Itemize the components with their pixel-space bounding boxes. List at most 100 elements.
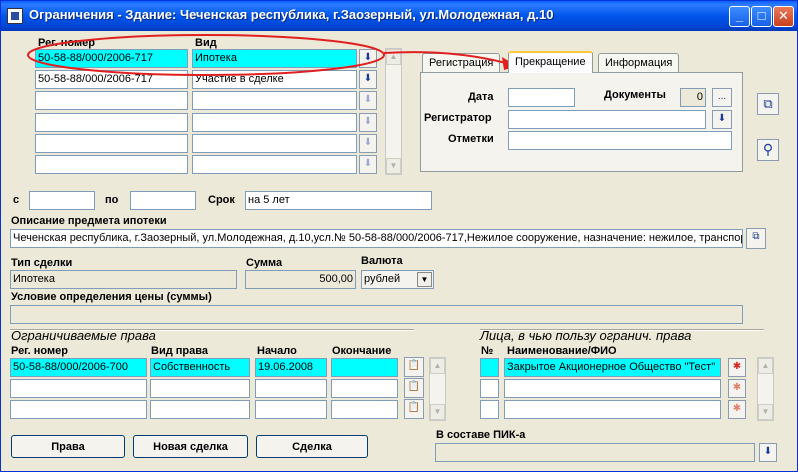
app-icon	[7, 8, 23, 24]
persons-scrollbar[interactable]: ▲ ▼	[757, 357, 774, 421]
top-grid-vid-2[interactable]	[192, 91, 357, 110]
notes-input[interactable]	[508, 131, 732, 150]
rights-clipboard-icon-1[interactable]: 📋	[404, 378, 424, 398]
persons-name-0[interactable]: Закрытое Акционерное Общество "Тест"	[504, 358, 721, 377]
currency-label: Валюта	[361, 255, 403, 267]
tab-information[interactable]: Информация	[598, 53, 680, 73]
date-label: Дата	[468, 91, 494, 103]
top-grid-reg-3[interactable]	[35, 113, 188, 132]
main-window: Ограничения - Здание: Чеченская республи…	[0, 0, 798, 472]
rights-vid-1[interactable]	[150, 379, 250, 398]
top-grid-vid-1[interactable]: Участие в сделке	[192, 70, 357, 89]
currency-select[interactable]: рублей ▼	[361, 270, 434, 289]
to-label: по	[105, 194, 119, 206]
top-grid-vid-5[interactable]	[192, 155, 357, 174]
top-grid-reg-2[interactable]	[35, 91, 188, 110]
rights-scrollbar[interactable]: ▲ ▼	[429, 357, 446, 421]
registrar-input[interactable]	[508, 110, 706, 129]
subject-input[interactable]: Чеченская республика, г.Заозерный, ул.Мо…	[10, 229, 743, 248]
title-bar[interactable]: Ограничения - Здание: Чеченская республи…	[1, 1, 797, 31]
top-grid-vid-3[interactable]	[192, 113, 357, 132]
persons-num-2[interactable]	[480, 400, 499, 419]
rights-end-1[interactable]	[331, 379, 398, 398]
persons-pin-icon-0[interactable]: ✱	[728, 358, 746, 377]
documents-count: 0	[680, 88, 706, 107]
top-grid-reg-0[interactable]: 50-58-88/000/2006-717	[35, 49, 188, 68]
deal-button[interactable]: Сделка	[256, 435, 368, 458]
top-grid-vid-0[interactable]: Ипотека	[192, 49, 357, 68]
rights-start-1[interactable]	[255, 379, 327, 398]
persons-pin-icon-2[interactable]: ✱	[728, 400, 746, 419]
persons-pin-icon-1[interactable]: ✱	[728, 379, 746, 398]
persons-name-2[interactable]	[504, 400, 721, 419]
deal-type-label: Тип сделки	[11, 257, 73, 269]
documents-label: Документы	[604, 89, 666, 101]
pik-input	[435, 443, 755, 462]
persons-header-name: Наименование/ФИО	[507, 345, 617, 357]
persons-scroll-up-icon[interactable]: ▲	[758, 358, 773, 374]
rights-scroll-up-icon[interactable]: ▲	[430, 358, 445, 374]
top-grid-down-icon-0[interactable]: ⬇	[359, 49, 377, 68]
persons-header-num: №	[481, 345, 494, 357]
pik-label: В составе ПИК-а	[436, 429, 526, 441]
registrar-down-icon[interactable]: ⬇	[712, 110, 732, 129]
rights-reg-2[interactable]	[10, 400, 147, 419]
scroll-down-icon[interactable]: ▼	[386, 158, 401, 174]
persons-num-0[interactable]	[480, 358, 499, 377]
copy-icon[interactable]: ⧉	[757, 93, 779, 115]
rights-start-0[interactable]: 19.06.2008	[255, 358, 327, 377]
currency-dropdown-icon[interactable]: ▼	[417, 272, 432, 287]
search-icon[interactable]: ⚲	[757, 139, 779, 161]
term-input[interactable]: на 5 лет	[245, 191, 432, 210]
new-deal-button[interactable]: Новая сделка	[133, 435, 248, 458]
top-grid-down-icon-1[interactable]: ⬇	[359, 70, 377, 89]
to-input[interactable]	[130, 191, 196, 210]
persons-scroll-down-icon[interactable]: ▼	[758, 404, 773, 420]
rights-scroll-down-icon[interactable]: ▼	[430, 404, 445, 420]
top-grid-down-icon-5[interactable]: ⬇	[359, 155, 377, 174]
persons-num-1[interactable]	[480, 379, 499, 398]
minimize-button[interactable]: _	[729, 6, 750, 27]
rights-header-vid: Вид права	[151, 345, 208, 357]
rights-end-0[interactable]	[331, 358, 398, 377]
price-condition-input	[10, 305, 743, 324]
rights-header-start: Начало	[257, 345, 297, 357]
top-grid-down-icon-3[interactable]: ⬇	[359, 113, 377, 132]
documents-more-button[interactable]: ...	[712, 88, 732, 107]
sum-input: 500,00	[245, 270, 356, 289]
persons-heading: Лица, в чью пользу огранич. права	[480, 328, 692, 343]
persons-name-1[interactable]	[504, 379, 721, 398]
rights-clipboard-icon-0[interactable]: 📋	[404, 357, 424, 377]
rights-button[interactable]: Права	[11, 435, 125, 458]
rights-reg-0[interactable]: 50-58-88/000/2006-700	[10, 358, 147, 377]
top-grid-reg-5[interactable]	[35, 155, 188, 174]
tab-registration[interactable]: Регистрация	[422, 53, 501, 73]
scroll-up-icon[interactable]: ▲	[386, 49, 401, 65]
sum-label: Сумма	[246, 257, 283, 269]
rights-heading: Ограничиваемые права	[11, 328, 156, 343]
from-label: с	[13, 194, 20, 206]
currency-value: рублей	[364, 273, 401, 285]
deal-type-input: Ипотека	[10, 270, 237, 289]
top-grid-vid-4[interactable]	[192, 134, 357, 153]
top-grid-scrollbar[interactable]: ▲ ▼	[385, 48, 402, 175]
rights-clipboard-icon-2[interactable]: 📋	[404, 399, 424, 419]
from-input[interactable]	[29, 191, 95, 210]
rights-end-2[interactable]	[331, 400, 398, 419]
top-grid-down-icon-2[interactable]: ⬇	[359, 91, 377, 110]
close-button[interactable]: ✕	[773, 6, 794, 27]
date-input[interactable]	[508, 88, 575, 107]
rights-vid-0[interactable]: Собственность	[150, 358, 250, 377]
top-grid-down-icon-4[interactable]: ⬇	[359, 134, 377, 153]
top-grid-reg-4[interactable]	[35, 134, 188, 153]
top-grid-header-reg: Рег. номер	[38, 37, 95, 49]
pik-down-icon[interactable]: ⬇	[759, 443, 777, 462]
top-grid-header-vid: Вид	[195, 37, 217, 49]
rights-start-2[interactable]	[255, 400, 327, 419]
subject-table-icon[interactable]: ⧉	[746, 228, 766, 249]
rights-vid-2[interactable]	[150, 400, 250, 419]
tab-termination[interactable]: Прекращение	[508, 51, 593, 73]
top-grid-reg-1[interactable]: 50-58-88/000/2006-717	[35, 70, 188, 89]
rights-reg-1[interactable]	[10, 379, 147, 398]
maximize-button[interactable]: □	[751, 6, 772, 27]
